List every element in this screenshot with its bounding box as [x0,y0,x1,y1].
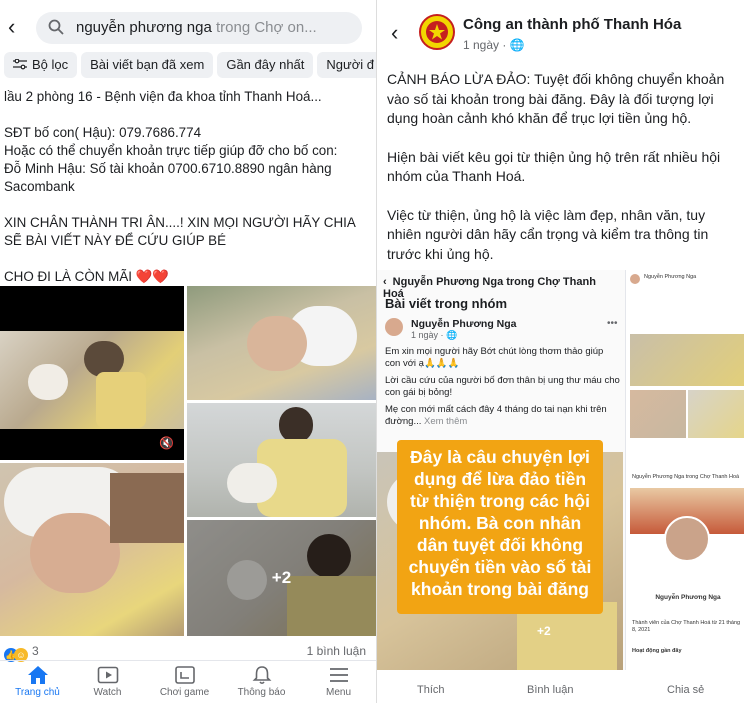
embedded-line: Mẹ con mới mất cách đây 4 tháng do tai n… [385,404,621,428]
photo-tile[interactable] [0,463,184,636]
page-name[interactable]: Công an thành phố Thanh Hóa [463,16,681,33]
embedded-time: 1 ngày · 🌐 [411,330,458,340]
right-screenshot-pane: ‹ Công an thành phố Thanh Hóa 1 ngày · 🌐… [376,0,746,703]
share-button[interactable]: Chia sẻ [667,684,704,696]
embedded-side-screenshots: Nguyễn Phương Nga Nguyễn Phương Nga tron… [625,270,746,670]
post-time: 1 ngày · 🌐 [463,38,525,52]
post-body: lầu 2 phòng 16 - Bệnh viện đa khoa tỉnh … [4,88,374,286]
mute-icon[interactable]: 🔇 [159,436,174,450]
comment-button[interactable]: Bình luận [527,684,573,696]
warning-paragraph: Việc từ thiện, ủng hộ là việc làm đẹp, n… [387,206,709,262]
back-arrow-icon: ‹ [383,276,387,288]
avatar [630,274,640,284]
embedded-header: ‹ Nguyễn Phương Nga trong Chợ Thanh Hoá [383,276,623,300]
embedded-more-photos: +2 [537,624,551,638]
home-icon [27,666,48,684]
tab-label: Menu [325,687,351,698]
side-activity: Hoạt động gần đây [632,648,682,654]
tab-label: Trang chủ [15,687,60,698]
police-star-icon [426,21,448,43]
warning-post-body: CẢNH BÁO LỪA ĐẢO: Tuyệt đối không chuyển… [387,70,743,264]
side-header: Nguyễn Phương Nga trong Chợ Thanh Hoá [632,474,740,480]
video-frame [0,286,184,460]
embedded-line: Lời cầu cứu của người bố đơn thân bị ung… [385,375,620,398]
photo-tile[interactable] [187,403,376,517]
post-line: Hoặc có thể chuyển khoản trực tiếp giúp … [4,143,338,158]
like-button[interactable]: Thích [417,684,445,696]
post-line: Sacombank [4,179,75,194]
scam-warning-banner: Đây là câu chuyện lợi dụng để lừa đảo ti… [397,440,603,614]
watch-icon [97,666,118,684]
avatar [385,318,403,336]
post-line: lầu 2 phòng 16 - Bệnh viện đa khoa tỉnh … [4,89,322,104]
side-photo [688,390,744,438]
tab-label: Watch [93,687,122,698]
video-tile[interactable]: 🔇 [0,286,184,460]
post-line: Đỗ Minh Hậu: Số tài khoản 0700.6710.8890… [4,161,332,176]
side-joined: Thành viên của Chợ Thanh Hoá từ 21 tháng… [632,620,741,633]
embedded-line: Em xin mọi người hãy Bớt chút lòng thơm … [385,346,604,369]
search-icon [48,19,64,35]
more-options-icon: ••• [607,318,618,329]
post-line: SĐT bố con( Hậu): 079.7686.774 [4,125,202,140]
side-photo [630,334,744,386]
back-arrow-icon[interactable]: ‹ [391,22,398,44]
bottom-tab-bar: Trang chủ Watch Chơi game Thông báo Menu [0,660,376,703]
post-actions: Thích Bình luận Chia sẻ [377,680,746,703]
tab-gaming[interactable]: Chơi game [147,665,222,698]
filter-chip[interactable]: Bộ lọc [4,52,78,78]
police-badge-logo[interactable] [419,14,455,50]
post-line: XIN CHÂN THÀNH TRI ÂN....! XIN MỌI NGƯỜI… [4,215,356,230]
warning-paragraph: Hiện bài viết kêu gọi từ thiện ủng hộ tr… [387,148,721,185]
search-scope-text: trong Chợ on... [211,19,317,36]
search-query-text: nguyễn phương nga [76,19,212,36]
photo-grid: 🔇 +2 [0,286,376,636]
tab-watch[interactable]: Watch [70,665,145,698]
tab-notifications[interactable]: Thông báo [224,665,299,698]
seen-posts-chip[interactable]: Bài viết bạn đã xem [81,52,214,78]
left-screenshot-pane: ‹ nguyễn phương nga trong Chợ on... Bộ l… [0,0,376,703]
back-arrow-icon[interactable]: ‹ [8,16,15,38]
post-line: CHO ĐI LÀ CÒN MÃI ❤️❤️ [4,269,170,284]
embedded-author: Nguyễn Phương Nga [411,318,517,330]
game-icon [174,666,195,684]
search-input[interactable]: nguyễn phương nga trong Chợ on... [36,12,362,44]
filter-chips: Bộ lọc Bài viết bạn đã xem Gần đây nhất Ngư… [4,52,376,80]
side-author: Nguyễn Phương Nga [644,274,697,280]
page-post-header: ‹ Công an thành phố Thanh Hóa 1 ngày · 🌐 [377,10,746,60]
side-profile-name: Nguyễn Phương Nga [655,594,721,601]
see-more-link: Xem thêm [424,416,468,427]
post-line: SẼ BÀI VIẾT NÀY ĐỂ CỨU GIÚP BÉ [4,233,227,248]
search-query: nguyễn phương nga trong Chợ on... [76,19,317,36]
filter-chip-label: Bộ lọc [32,57,69,72]
more-photos-count: +2 [187,520,376,636]
reaction-count: 3 [32,644,39,658]
tab-label: Chơi game [159,687,210,698]
tab-menu[interactable]: Menu [301,665,376,698]
menu-icon [329,668,348,682]
embedded-line-text: Mẹ con mới mất cách đây 4 tháng do tai n… [385,404,607,427]
more-photos-tile[interactable]: +2 [187,520,376,636]
tab-label: Thông báo [237,687,286,698]
embedded-screenshot[interactable]: ‹ Nguyễn Phương Nga trong Chợ Thanh Hoá B… [377,270,746,670]
bell-icon [252,666,271,685]
embedded-section-title: Bài viết trong nhóm [385,296,508,311]
embedded-post-text: Em xin mọi người hãy Bớt chút lòng thơm … [385,346,621,433]
tab-home[interactable]: Trang chủ [0,665,75,698]
people-chip[interactable]: Người đ [317,52,376,78]
search-bar-row: ‹ nguyễn phương nga trong Chợ on... [0,8,376,48]
photo-tile[interactable] [187,286,376,400]
side-photo [630,390,686,438]
recent-chip[interactable]: Gần đây nhất [217,52,314,78]
comment-count[interactable]: 1 bình luận [307,644,366,658]
warning-paragraph: CẢNH BÁO LỪA ĐẢO: Tuyệt đối không chuyển… [387,71,725,126]
filter-icon [13,59,27,70]
avatar [664,516,710,562]
